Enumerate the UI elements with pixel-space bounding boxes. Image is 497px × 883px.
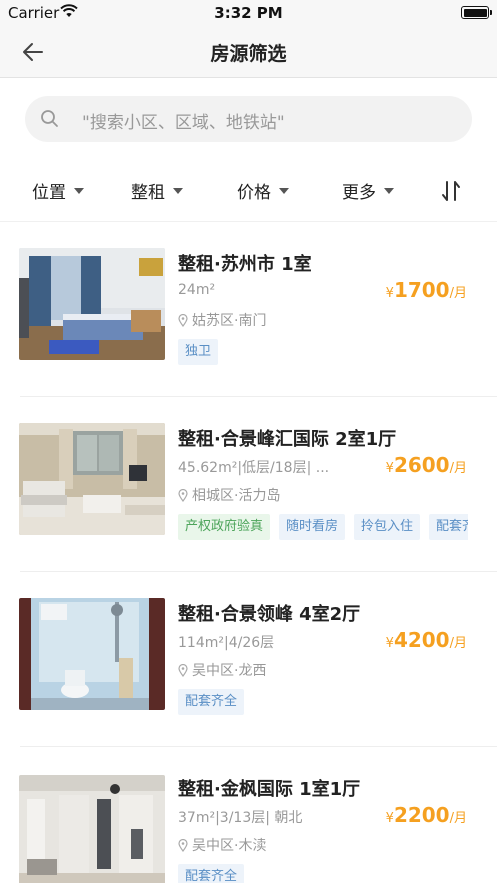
listing-card[interactable]: 整租·金枫国际 1室1厅 37m²|3/13层| 朝北 吴中区·木渎 ¥2200… <box>0 747 497 883</box>
listing-location: 相城区·活力岛 <box>178 485 280 505</box>
price-amount: 2600 <box>393 453 450 477</box>
listing-location: 吴中区·龙西 <box>178 660 266 680</box>
filter-price[interactable]: 价格 <box>237 178 289 203</box>
listing-location: 吴中区·木渎 <box>178 835 266 855</box>
listing-title: 整租·金枫国际 1室1厅 <box>178 779 361 800</box>
listing-title: 整租·合景峰汇国际 2室1厅 <box>178 429 397 450</box>
filter-more[interactable]: 更多 <box>342 178 394 203</box>
clock: 3:32 PM <box>214 4 283 22</box>
listing-title: 整租·苏州市 1室 <box>178 254 312 275</box>
listing-location-text: 吴中区·龙西 <box>192 663 267 679</box>
listing-tag: 拎包入住 <box>354 514 421 540</box>
listing-price: ¥2600/月 <box>386 453 467 477</box>
search-placeholder: "搜索小区、区域、地铁站" <box>82 113 285 133</box>
price-amount: 2200 <box>393 803 450 827</box>
listing-location-text: 相城区·活力岛 <box>192 488 281 504</box>
caret-down-icon <box>384 188 394 194</box>
search-icon <box>41 110 58 127</box>
filter-rent-type-label: 整租 <box>131 183 165 203</box>
listing-location-text: 吴中区·木渎 <box>192 838 267 854</box>
listing-price: ¥2200/月 <box>386 803 467 827</box>
listing-photo <box>19 248 165 360</box>
listing-tag: 配套齐全 <box>429 514 468 540</box>
page-title: 房源筛选 <box>210 43 287 65</box>
listing-price: ¥4200/月 <box>386 628 467 652</box>
price-amount: 1700 <box>393 278 450 302</box>
price-unit: /月 <box>449 811 467 826</box>
listing-location: 姑苏区·南门 <box>178 310 266 330</box>
listing-tag: 独卫 <box>178 339 219 365</box>
listing-tag: 配套齐全 <box>178 689 245 715</box>
listing-tag: 产权政府验真 <box>178 514 271 540</box>
price-currency: ¥ <box>385 461 394 476</box>
price-amount: 4200 <box>393 628 450 652</box>
listing-location-text: 姑苏区·南门 <box>192 313 267 329</box>
listing-card[interactable]: 整租·苏州市 1室 24m² 姑苏区·南门 ¥1700/月 独卫 <box>0 222 497 397</box>
filter-more-label: 更多 <box>342 183 376 203</box>
listing-meta: 114m²|4/26层 <box>178 635 275 651</box>
caret-down-icon <box>279 188 289 194</box>
listing-card[interactable]: 整租·合景领峰 4室2厅 114m²|4/26层 吴中区·龙西 ¥4200/月 … <box>0 572 497 747</box>
listing-tag: 随时看房 <box>279 514 346 540</box>
tag-list: 独卫 <box>178 339 468 365</box>
price-unit: /月 <box>449 286 467 301</box>
price-unit: /月 <box>449 461 467 476</box>
location-pin-icon <box>178 489 188 502</box>
price-currency: ¥ <box>385 286 394 301</box>
battery-icon <box>461 6 492 19</box>
location-pin-icon <box>178 839 188 852</box>
tag-list: 产权政府验真随时看房拎包入住配套齐全 <box>178 514 468 540</box>
listing-tag: 配套齐全 <box>178 864 245 883</box>
listing-card[interactable]: 整租·合景峰汇国际 2室1厅 45.62m²|低层/18层| ... 相城区·活… <box>0 397 497 572</box>
caret-down-icon <box>173 188 183 194</box>
filter-rent-type[interactable]: 整租 <box>131 178 183 203</box>
navigation-bar: 房源筛选 <box>0 26 497 78</box>
listing-price: ¥1700/月 <box>386 278 467 302</box>
tag-list: 配套齐全 <box>178 689 468 715</box>
listing-photo <box>19 775 165 883</box>
price-unit: /月 <box>449 636 467 651</box>
location-pin-icon <box>178 664 188 677</box>
filter-location-label: 位置 <box>32 183 66 203</box>
search-input[interactable]: "搜索小区、区域、地铁站" <box>25 96 472 142</box>
filter-bar: 位置 整租 价格 更多 <box>0 168 497 212</box>
filter-price-label: 价格 <box>237 183 271 203</box>
location-pin-icon <box>178 314 188 327</box>
price-currency: ¥ <box>385 636 394 651</box>
tag-list: 配套齐全 <box>178 864 468 883</box>
listing-meta: 24m² <box>178 282 216 298</box>
filter-location[interactable]: 位置 <box>32 178 84 203</box>
listing-meta: 37m²|3/13层| 朝北 <box>178 810 303 826</box>
listing-photo <box>19 598 165 710</box>
sort-icon <box>442 181 460 201</box>
sort-button[interactable] <box>438 176 464 204</box>
listing-title: 整租·合景领峰 4室2厅 <box>178 604 361 625</box>
listing-meta: 45.62m²|低层/18层| ... <box>178 460 330 476</box>
listing-photo <box>19 423 165 535</box>
price-currency: ¥ <box>385 811 394 826</box>
caret-down-icon <box>74 188 84 194</box>
status-bar: Carrier 3:32 PM <box>0 0 497 26</box>
